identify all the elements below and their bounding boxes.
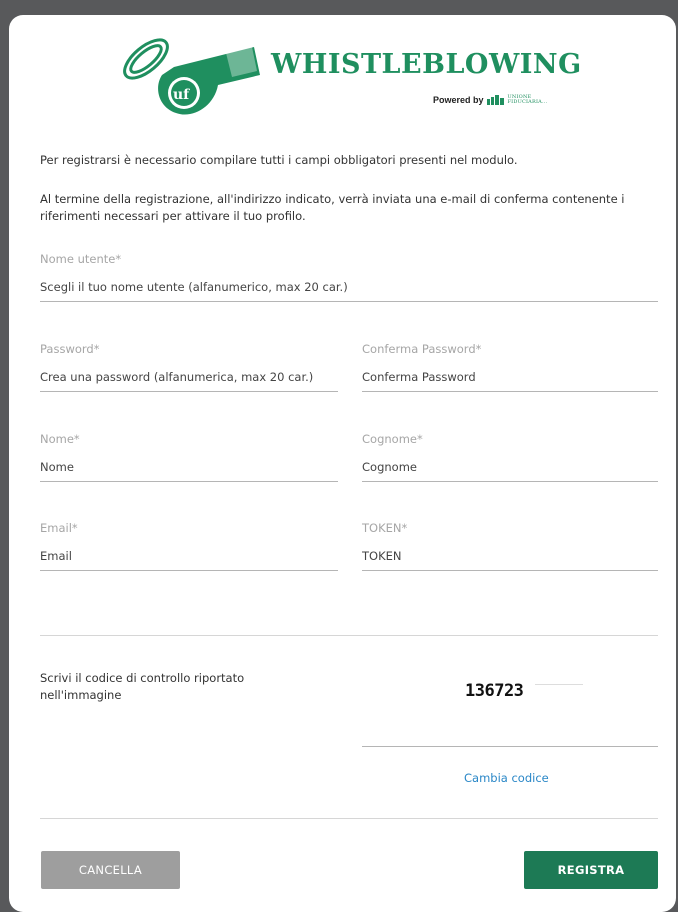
partner-name-line2: FIDUCIARIA... (507, 99, 548, 105)
divider (40, 818, 658, 819)
captcha-instruction: Scrivi il codice di controllo riportato … (40, 671, 245, 702)
email-field-group: Email* (40, 521, 338, 583)
captcha-image: 136723 (465, 673, 585, 701)
divider (40, 635, 658, 636)
intro-text-required: Per registrarsi è necessario compilare t… (40, 153, 518, 167)
password-input[interactable] (40, 366, 338, 392)
confirm-password-input[interactable] (362, 366, 658, 392)
first-name-field-group: Nome* (40, 432, 338, 494)
token-input[interactable] (362, 545, 658, 571)
confirm-password-label: Conferma Password* (362, 342, 482, 356)
powered-by-label: Powered by (433, 95, 484, 105)
powered-by: Powered by UNIONE FIDUCIARIA... (433, 95, 547, 105)
password-field-group: Password* (40, 342, 338, 404)
last-name-field-group: Cognome* (362, 432, 658, 494)
first-name-input[interactable] (40, 456, 338, 482)
token-field-group: TOKEN* (362, 521, 658, 583)
first-name-label: Nome* (40, 432, 80, 446)
register-button[interactable]: REGISTRA (524, 851, 658, 889)
captcha-input[interactable] (362, 717, 658, 747)
last-name-input[interactable] (362, 456, 658, 482)
token-label: TOKEN* (362, 521, 408, 535)
last-name-label: Cognome* (362, 432, 423, 446)
confirm-password-field-group: Conferma Password* (362, 342, 658, 404)
username-input[interactable] (40, 276, 658, 302)
svg-text:uf: uf (173, 87, 190, 103)
registration-card: uf WHISTLEBLOWING Powered by UNIONE FIDU… (9, 15, 676, 912)
captcha-code: 136723 (465, 681, 524, 701)
email-input[interactable] (40, 545, 338, 571)
username-field-group: Nome utente* (40, 252, 658, 314)
change-code-link[interactable]: Cambia codice (464, 771, 549, 785)
partner-logo-icon (486, 95, 504, 105)
captcha-noise-line (535, 684, 583, 685)
brand-title: WHISTLEBLOWING (271, 49, 582, 80)
intro-text-confirmation: Al termine della registrazione, all'indi… (40, 192, 625, 223)
whistle-icon: uf (123, 38, 260, 115)
email-label: Email* (40, 521, 78, 535)
password-label: Password* (40, 342, 100, 356)
username-label: Nome utente* (40, 252, 122, 266)
cancel-button[interactable]: CANCELLA (41, 851, 180, 889)
